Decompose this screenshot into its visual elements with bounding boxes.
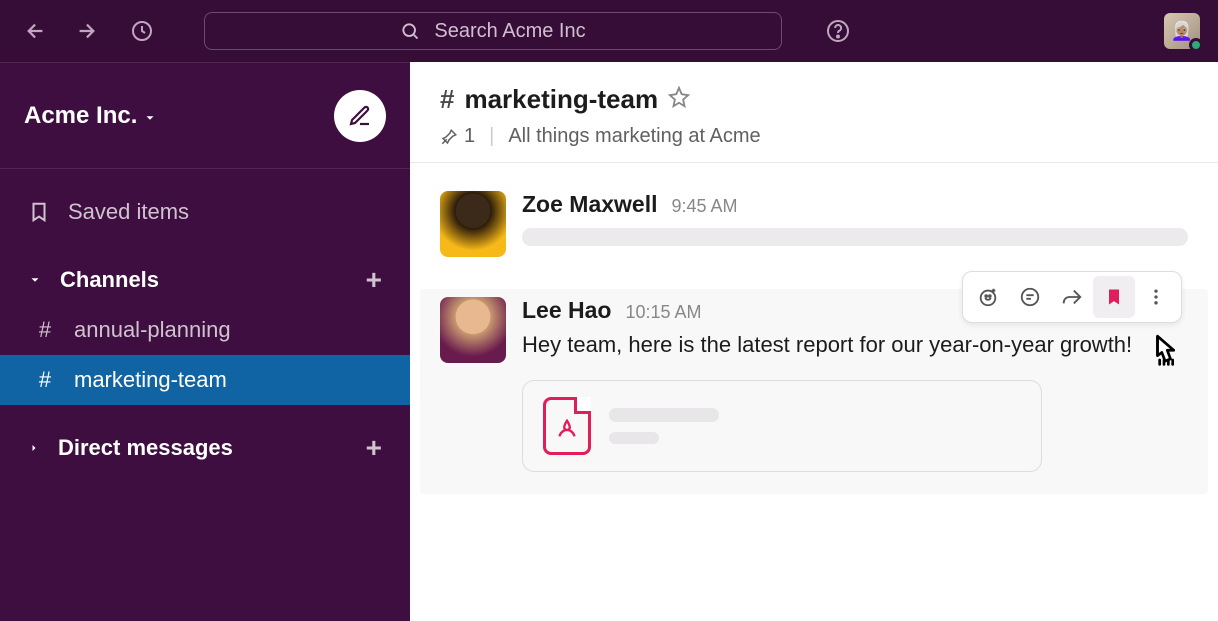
channel-topic[interactable]: All things marketing at Acme <box>508 125 760 148</box>
search-placeholder: Search Acme Inc <box>434 20 585 43</box>
attachment-meta-placeholder <box>609 408 719 444</box>
channel-title[interactable]: marketing-team <box>464 84 658 115</box>
author-avatar[interactable] <box>440 191 506 257</box>
star-channel-button[interactable] <box>668 86 690 113</box>
message-author[interactable]: Zoe Maxwell <box>522 191 657 218</box>
chevron-down-icon <box>143 111 157 125</box>
add-channel-button[interactable]: + <box>366 264 382 296</box>
channel-name: annual-planning <box>74 317 231 343</box>
sidebar: Acme Inc. Saved items Channels + # annua… <box>0 62 410 621</box>
main-pane: # marketing-team 1 | All things marketin… <box>410 62 1218 621</box>
pdf-icon <box>543 397 591 455</box>
user-avatar[interactable]: 👩🏽‍🦳 <box>1164 13 1200 49</box>
sidebar-section-label: Direct messages <box>58 435 233 461</box>
sidebar-item-label: Saved items <box>68 199 189 225</box>
caret-down-icon <box>28 273 42 287</box>
compose-button[interactable] <box>334 90 386 142</box>
sidebar-item-annual-planning[interactable]: # annual-planning <box>0 305 410 355</box>
channel-header: # marketing-team 1 | All things marketin… <box>410 62 1218 163</box>
topbar: Search Acme Inc 👩🏽‍🦳 <box>0 0 1218 62</box>
history-button[interactable] <box>124 13 160 49</box>
file-attachment[interactable] <box>522 380 1042 472</box>
author-avatar[interactable] <box>440 297 506 363</box>
search-input[interactable]: Search Acme Inc <box>204 12 782 50</box>
sidebar-section-label: Channels <box>60 267 159 293</box>
forward-button[interactable] <box>68 13 104 49</box>
pin-icon <box>440 128 458 146</box>
message: Zoe Maxwell 9:45 AM <box>440 183 1188 279</box>
hash-icon: # <box>34 317 56 343</box>
share-message-button[interactable] <box>1051 276 1093 318</box>
message-text: Hey team, here is the latest report for … <box>522 328 1188 362</box>
message-text-placeholder <box>522 228 1188 246</box>
bookmark-icon <box>1104 287 1124 307</box>
workspace-switcher[interactable]: Acme Inc. <box>24 102 157 130</box>
sidebar-item-marketing-team[interactable]: # marketing-team <box>0 355 410 405</box>
message: Lee Hao 10:15 AM Hey team, here is the l… <box>420 289 1208 494</box>
pin-count: 1 <box>464 125 475 148</box>
bookmark-icon <box>28 201 50 223</box>
more-actions-button[interactable] <box>1135 276 1177 318</box>
presence-indicator <box>1189 38 1203 52</box>
message-timestamp[interactable]: 10:15 AM <box>625 302 701 323</box>
channel-name: marketing-team <box>74 367 227 393</box>
sidebar-section-dms[interactable]: Direct messages + <box>0 423 410 473</box>
message-timestamp[interactable]: 9:45 AM <box>671 196 737 217</box>
help-button[interactable] <box>820 13 856 49</box>
message-author[interactable]: Lee Hao <box>522 297 611 324</box>
caret-right-icon <box>28 442 40 454</box>
back-button[interactable] <box>18 13 54 49</box>
pinned-items-button[interactable]: 1 <box>440 125 475 148</box>
save-message-button[interactable] <box>1093 276 1135 318</box>
search-icon <box>400 21 420 41</box>
hash-icon: # <box>440 84 454 115</box>
divider: | <box>489 125 494 148</box>
sidebar-section-channels[interactable]: Channels + <box>0 255 410 305</box>
reply-thread-button[interactable] <box>1009 276 1051 318</box>
sidebar-item-saved[interactable]: Saved items <box>0 187 410 237</box>
add-dm-button[interactable]: + <box>366 432 382 464</box>
workspace-name: Acme Inc. <box>24 102 137 130</box>
message-hover-toolbar <box>962 271 1182 323</box>
add-reaction-button[interactable] <box>967 276 1009 318</box>
workspace-header: Acme Inc. <box>0 63 410 169</box>
hash-icon: # <box>34 367 56 393</box>
